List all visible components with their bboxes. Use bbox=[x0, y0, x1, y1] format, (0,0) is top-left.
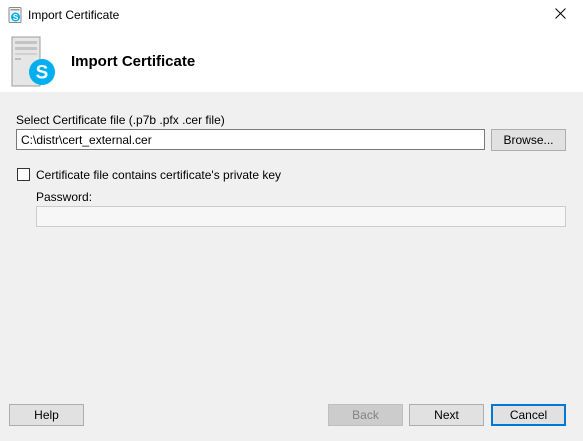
cancel-button[interactable]: Cancel bbox=[491, 404, 566, 426]
server-skype-icon: S bbox=[9, 36, 59, 88]
svg-text:S: S bbox=[36, 63, 49, 84]
browse-button[interactable]: Browse... bbox=[491, 129, 566, 151]
close-icon bbox=[554, 8, 566, 22]
private-key-checkbox[interactable] bbox=[17, 168, 30, 181]
private-key-label: Certificate file contains certificate's … bbox=[36, 168, 282, 182]
skype-certificate-icon: S bbox=[8, 7, 23, 23]
password-label: Password: bbox=[36, 190, 93, 204]
title-bar: S Import Certificate bbox=[0, 0, 583, 30]
certificate-file-label: Select Certificate file (.p7b .pfx .cer … bbox=[16, 113, 225, 127]
dialog-header: S Import Certificate bbox=[0, 30, 583, 92]
svg-text:S: S bbox=[13, 13, 19, 22]
close-button[interactable] bbox=[537, 0, 583, 30]
back-button[interactable]: Back bbox=[328, 404, 403, 426]
help-button[interactable]: Help bbox=[9, 404, 84, 426]
header-title: Import Certificate bbox=[71, 53, 196, 70]
import-certificate-dialog: S Import Certificate S Import Certificat… bbox=[0, 0, 583, 441]
next-button[interactable]: Next bbox=[409, 404, 484, 426]
certificate-file-input[interactable] bbox=[16, 129, 485, 150]
password-field[interactable] bbox=[36, 206, 566, 227]
window-title: Import Certificate bbox=[28, 8, 120, 22]
